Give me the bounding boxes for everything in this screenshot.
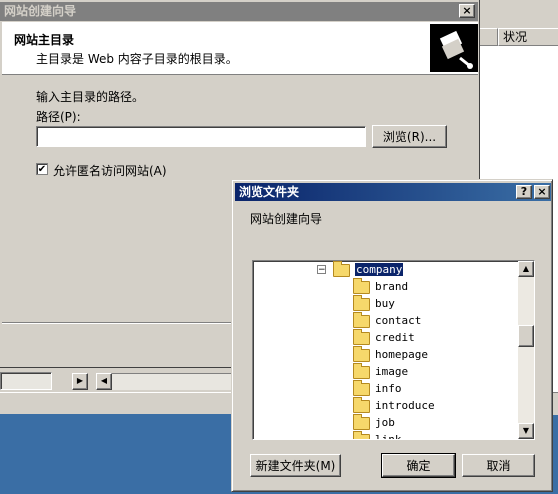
folder-icon [353,430,370,439]
scroll-thumb[interactable] [518,325,534,347]
cancel-button[interactable]: 取消 [462,454,535,477]
header-subtitle: 主目录是 Web 内容子目录的根目录。 [36,52,238,66]
folder-icon [353,345,370,362]
ok-button[interactable]: 确定 [381,453,456,478]
tree-item-label: job [375,416,395,429]
anon-label[interactable]: 允许匿名访问网站(A) [53,162,167,179]
tree-item-label: buy [375,297,395,310]
path-input[interactable] [36,126,366,147]
folder-icon [353,311,370,328]
tree-scrollbar[interactable]: ▲ ▼ [518,261,534,439]
wizard-logo-icon [430,24,478,72]
folder-icon [353,277,370,294]
tree-item-label: homepage [375,348,428,361]
folder-icon [353,379,370,396]
header-title: 网站主目录 [14,33,75,47]
folder-tree[interactable]: − company brand buy contact credit homep… [252,260,535,440]
browse-close-icon[interactable]: × [534,185,550,199]
scroll-down-arrow-icon[interactable]: ▼ [518,423,534,439]
wizard-header: 网站主目录 主目录是 Web 内容子目录的根目录。 [2,22,478,75]
background-band [0,392,232,414]
tree-expander-icon[interactable]: − [317,265,326,275]
background-column-header-blank [480,28,498,46]
folder-icon [353,413,370,430]
tree-item[interactable]: introduce [353,396,435,414]
browse-title: 浏览文件夹 [239,185,300,199]
folder-icon [353,328,370,345]
folder-icon [353,396,370,413]
tree-item-company[interactable]: company [333,261,404,278]
browse-titlebar: 浏览文件夹 [235,183,551,201]
browse-description: 网站创建向导 [250,212,323,226]
help-icon[interactable]: ? [516,185,532,199]
tree-item[interactable]: job [353,413,395,431]
left-scroll-track[interactable] [0,372,52,390]
tree-item-label: brand [375,280,409,293]
folder-open-icon [333,261,350,277]
folder-icon [353,294,370,311]
left-scroll-track-2[interactable] [112,373,232,390]
tree-item-label: company [355,263,404,276]
tree-item-label: image [375,365,409,378]
tree-item-label: link [375,433,402,440]
folder-icon [353,362,370,379]
tree-item[interactable]: image [353,362,409,380]
tree-item[interactable]: contact [353,311,422,329]
anon-checkbox[interactable]: ✔ [36,163,48,175]
tree-item[interactable]: brand [353,277,409,295]
tree-item[interactable]: buy [353,294,395,312]
tree-item[interactable]: info [353,379,402,397]
browse-button[interactable]: 浏览(R)... [372,125,447,148]
tree-item-label: credit [375,331,415,344]
path-label: 路径(P): [36,110,81,124]
tree-item-label: contact [375,314,422,327]
browse-dialog: 浏览文件夹 ? × 网站创建向导 − company brand buy con… [231,179,553,492]
tree-item[interactable]: link [353,430,402,440]
scroll-left-arrow-icon[interactable]: ◀ [96,373,112,390]
wizard-title: 网站创建向导 [4,4,77,18]
tree-item-label: info [375,382,402,395]
wizard-titlebar: 网站创建向导 [0,2,478,21]
new-folder-button[interactable]: 新建文件夹(M) [250,454,341,477]
scroll-up-arrow-icon[interactable]: ▲ [518,261,534,277]
path-prompt: 输入主目录的路径。 [36,90,145,104]
tree-item[interactable]: credit [353,328,415,346]
tree-item-label: introduce [375,399,435,412]
wizard-close-icon[interactable]: × [459,4,475,18]
background-column-header-status[interactable]: 状况 [498,28,558,46]
scroll-right-arrow-icon[interactable]: ▶ [72,373,88,390]
tree-item[interactable]: homepage [353,345,428,363]
